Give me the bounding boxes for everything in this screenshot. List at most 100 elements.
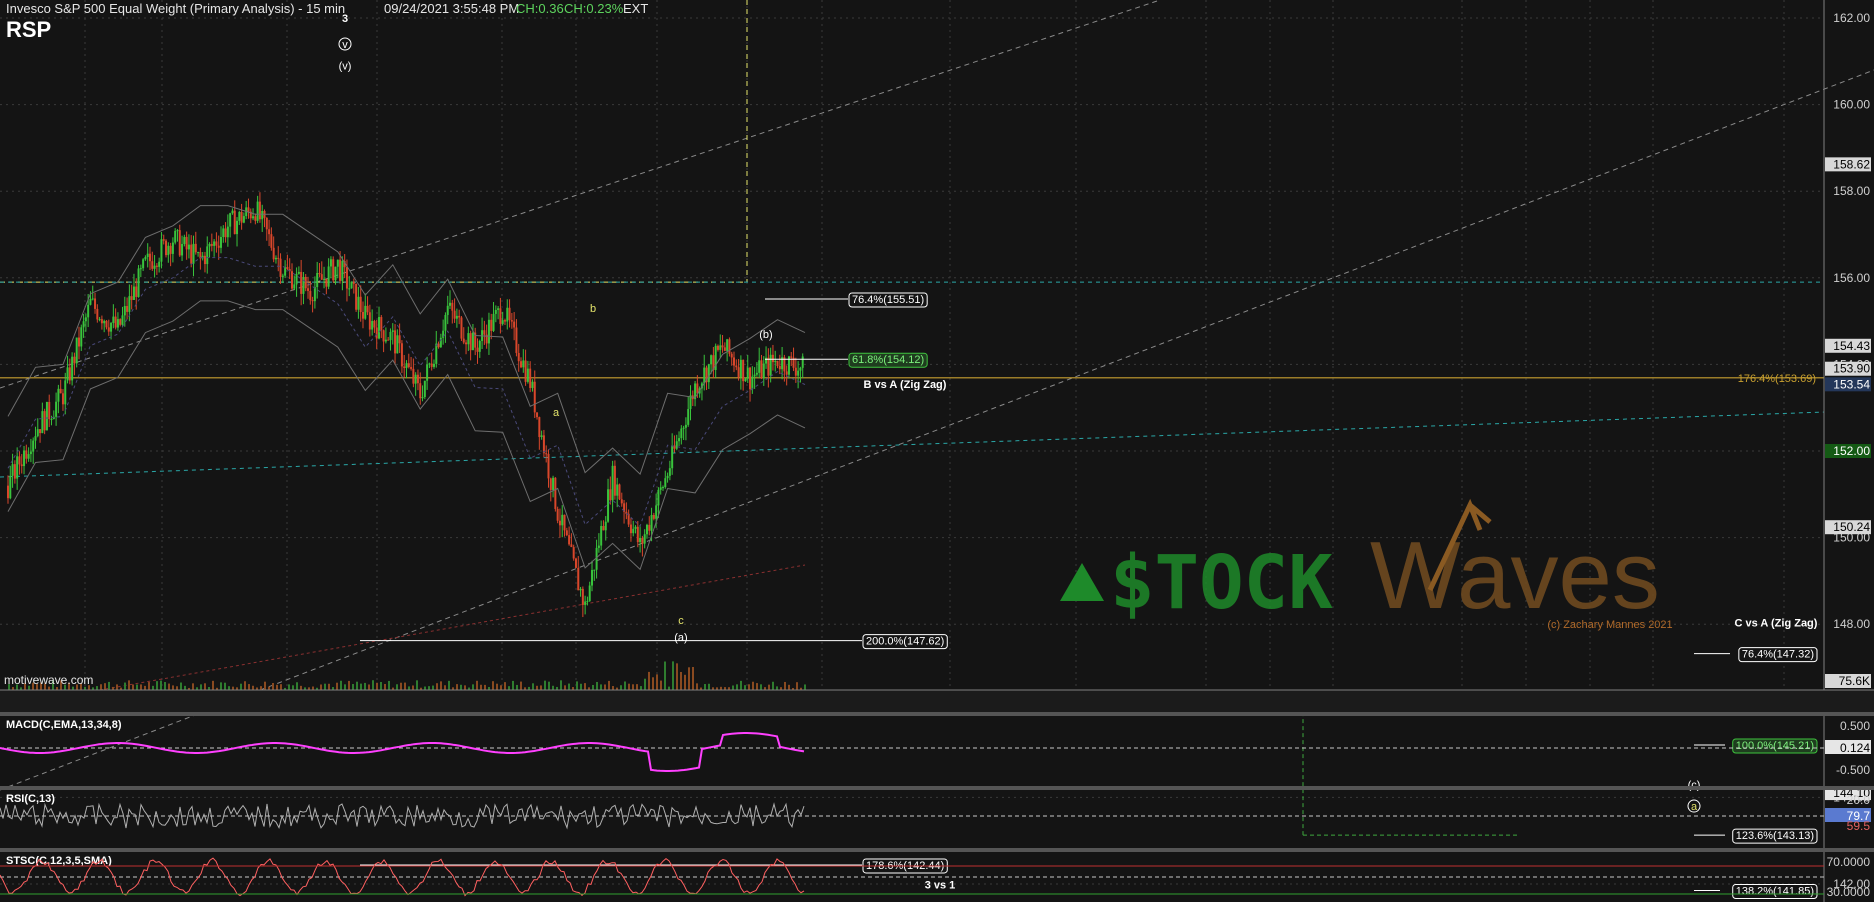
candle-body bbox=[522, 360, 525, 368]
candle-body bbox=[373, 320, 376, 328]
candle-body bbox=[449, 302, 452, 306]
candle-body bbox=[100, 319, 103, 324]
volume-bar bbox=[512, 680, 514, 690]
volume-bar bbox=[508, 686, 510, 690]
candle-body bbox=[77, 337, 80, 347]
candle-body bbox=[739, 359, 742, 378]
candle-body bbox=[696, 383, 699, 394]
indicator-name: MACD(C,EMA,13,34,8) bbox=[6, 719, 122, 731]
volume-bar bbox=[644, 678, 646, 690]
candle-body bbox=[588, 585, 591, 602]
candle-body bbox=[20, 464, 23, 467]
candle-body bbox=[542, 435, 545, 454]
candle-body bbox=[341, 261, 344, 281]
candle-body bbox=[643, 534, 646, 544]
fib-label: 176.4%(153.69) bbox=[1738, 373, 1816, 385]
candle-body bbox=[396, 335, 399, 354]
candle-body bbox=[146, 253, 149, 258]
candle-body bbox=[384, 339, 387, 342]
candle-body bbox=[132, 286, 135, 300]
candle-body bbox=[506, 307, 509, 322]
candle-body bbox=[563, 514, 566, 531]
volume-bar bbox=[680, 671, 682, 690]
volume-bar bbox=[376, 682, 378, 690]
candle-body bbox=[627, 513, 630, 525]
volume-bar bbox=[552, 685, 554, 690]
candle-body bbox=[357, 296, 360, 310]
candle-body bbox=[167, 245, 170, 256]
volume-bar bbox=[456, 684, 458, 690]
candle-body bbox=[29, 451, 32, 455]
volume-bar bbox=[484, 684, 486, 690]
candle-body bbox=[151, 261, 154, 269]
candle-body bbox=[769, 354, 772, 376]
volume-bar bbox=[164, 682, 166, 690]
candle-body bbox=[547, 453, 550, 479]
candle-body bbox=[114, 316, 117, 328]
candle-body bbox=[728, 339, 731, 354]
volume-bar bbox=[288, 684, 290, 690]
volume-bar bbox=[340, 680, 342, 690]
candle-body bbox=[352, 281, 355, 284]
candle-body bbox=[153, 265, 156, 269]
candle-body bbox=[27, 454, 30, 459]
volume-bar bbox=[336, 682, 338, 690]
volume-bar bbox=[348, 680, 350, 690]
candle-body bbox=[678, 438, 681, 442]
volume-bar bbox=[560, 680, 562, 690]
candle-body bbox=[565, 530, 568, 536]
candle-body bbox=[297, 271, 300, 274]
y-tick-label: 156.00 bbox=[1833, 271, 1870, 285]
candle-body bbox=[366, 305, 369, 313]
candle-body bbox=[707, 364, 710, 383]
volume-bar bbox=[660, 680, 662, 690]
candle-body bbox=[382, 330, 385, 342]
candle-body bbox=[600, 526, 603, 546]
volume-bar bbox=[564, 685, 566, 690]
volume-bar bbox=[640, 686, 642, 690]
candle-body bbox=[68, 367, 71, 381]
volume-bar bbox=[248, 684, 250, 690]
candle-body bbox=[561, 514, 564, 526]
candle-body bbox=[469, 333, 472, 351]
volume-bar bbox=[296, 682, 298, 690]
candle-body bbox=[169, 245, 172, 254]
candle-body bbox=[799, 367, 802, 371]
candle-body bbox=[89, 298, 92, 305]
volume-bar bbox=[704, 684, 706, 690]
candle-body bbox=[574, 558, 577, 568]
volume-bar bbox=[692, 666, 694, 690]
price-marker-label: 153.54 bbox=[1833, 377, 1870, 391]
volume-bar bbox=[744, 685, 746, 690]
candle-body bbox=[178, 230, 181, 256]
candle-body bbox=[465, 342, 468, 345]
candle-body bbox=[187, 244, 190, 250]
wave-label: (v) bbox=[339, 61, 352, 73]
volume-bar bbox=[384, 683, 386, 690]
candle-body bbox=[96, 308, 99, 320]
candle-body bbox=[584, 601, 587, 605]
volume-bar bbox=[356, 681, 358, 690]
candle-body bbox=[650, 515, 653, 531]
candle-body bbox=[144, 257, 147, 260]
volume-bar bbox=[352, 684, 354, 690]
candle-body bbox=[446, 305, 449, 315]
candle-body bbox=[185, 236, 188, 250]
candle-body bbox=[620, 499, 623, 504]
volume-bar bbox=[240, 683, 242, 690]
volume-bar bbox=[144, 685, 146, 690]
candle-body bbox=[513, 321, 516, 328]
candle-body bbox=[224, 228, 227, 238]
candle-body bbox=[176, 230, 179, 232]
volume-bar bbox=[380, 681, 382, 690]
chart-canvas: 76.4%(155.51) 61.8%(154.12) 200.0%(147.62)… bbox=[0, 0, 1874, 902]
volume-bar bbox=[416, 680, 418, 690]
candle-body bbox=[139, 268, 142, 270]
volume-bar bbox=[276, 684, 278, 690]
volume-bar bbox=[444, 685, 446, 690]
candle-body bbox=[687, 409, 690, 425]
candle-body bbox=[400, 343, 403, 367]
candle-body bbox=[316, 272, 319, 288]
volume-bar bbox=[600, 684, 602, 690]
volume-bar bbox=[440, 681, 442, 690]
